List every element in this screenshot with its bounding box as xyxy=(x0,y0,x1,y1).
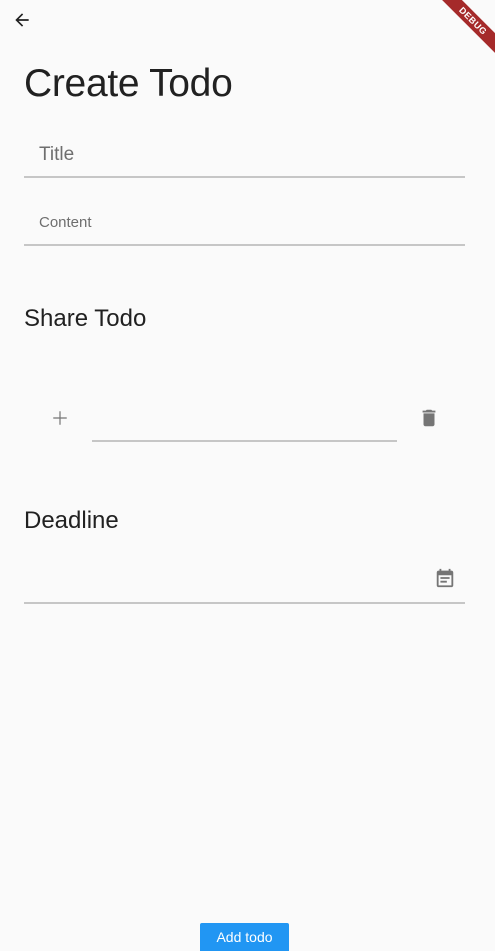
content-input[interactable] xyxy=(24,210,465,234)
title-field xyxy=(24,140,465,178)
debug-banner-label: DEBUG xyxy=(436,0,495,58)
share-user-input[interactable] xyxy=(92,400,401,438)
delete-share-button[interactable] xyxy=(416,405,442,431)
page-title: Create Todo xyxy=(24,62,233,105)
content-field xyxy=(24,210,465,246)
share-user-field xyxy=(92,400,401,442)
calendar-button[interactable] xyxy=(433,566,457,590)
add-todo-button[interactable]: Add todo xyxy=(200,923,289,951)
calendar-icon xyxy=(436,568,454,588)
share-todo-heading: Share Todo xyxy=(24,305,147,332)
debug-banner: DEBUG xyxy=(425,0,495,70)
deadline-field xyxy=(24,560,465,604)
title-input[interactable] xyxy=(24,140,465,170)
plus-icon xyxy=(53,411,67,425)
deadline-heading: Deadline xyxy=(24,507,119,534)
back-button[interactable] xyxy=(8,6,36,34)
add-share-button[interactable] xyxy=(47,405,73,431)
arrow-back-icon xyxy=(15,13,29,27)
deadline-input[interactable] xyxy=(24,560,428,598)
trash-icon xyxy=(422,409,436,427)
